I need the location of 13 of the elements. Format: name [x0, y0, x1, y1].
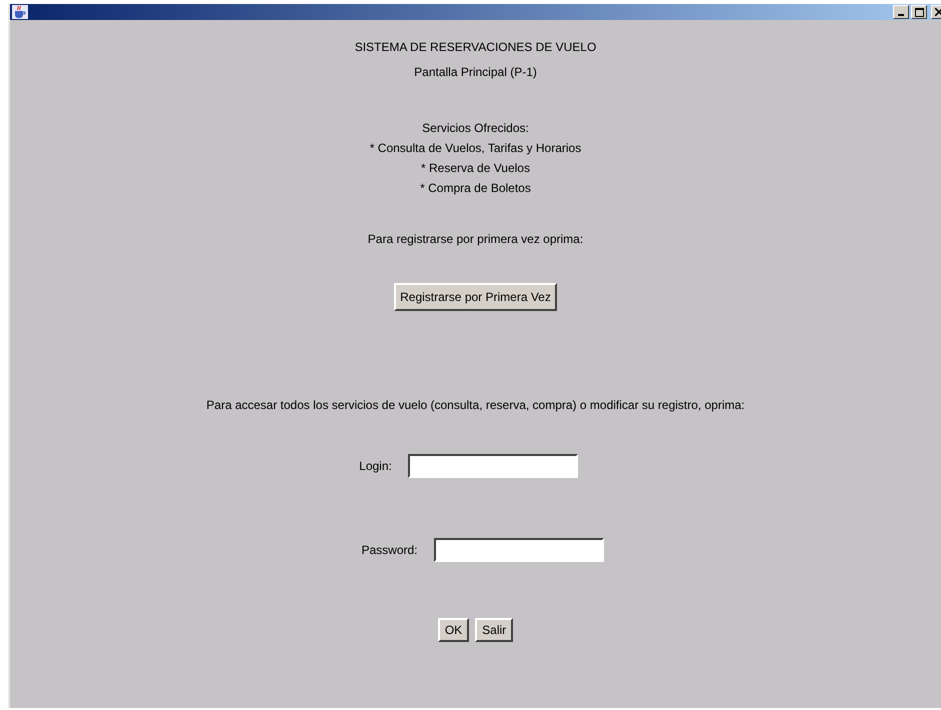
service-item: * Consulta de Vuelos, Tarifas y Horarios	[370, 140, 582, 157]
app-title: SISTEMA DE RESERVACIONES DE VUELO	[354, 40, 596, 54]
access-prompt: Para accesar todos los servicios de vuelo (consulta, reserva, compra) o modificar su registro, oprima:	[206, 398, 745, 412]
service-item: * Reserva de Vuelos	[421, 160, 530, 177]
field-label: Login:	[359, 459, 392, 473]
field-label: Password:	[361, 543, 418, 557]
register-prompt: Para registrarse por primera vez oprima:	[368, 232, 584, 246]
services-heading: Servicios Ofrecidos:	[422, 120, 529, 137]
register-button[interactable]: Registrarse por Primera Vez	[394, 283, 557, 311]
dialog-button[interactable]: Salir	[475, 618, 514, 642]
service-item: * Compra de Boletos	[420, 180, 531, 197]
dialog-button[interactable]: OK	[438, 618, 470, 642]
screen-subtitle: Pantalla Principal (P-1)	[414, 65, 537, 79]
